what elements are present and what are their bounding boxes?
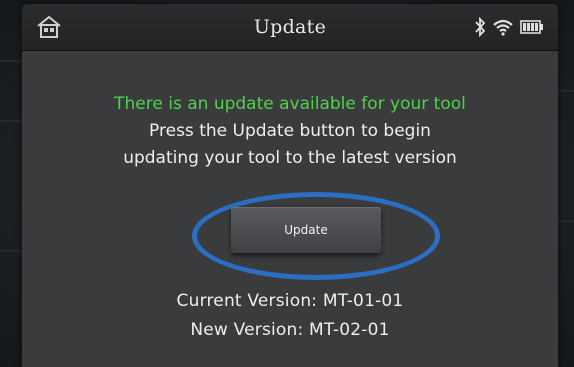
update-content: There is an update available for your to… <box>22 50 558 367</box>
current-version: Current Version: MT-01-01 <box>176 291 404 311</box>
title-bar: Update <box>22 4 558 51</box>
device-frame: Update There is an update available for … <box>0 0 574 367</box>
wifi-icon <box>493 19 513 36</box>
background-line <box>558 220 574 222</box>
battery-icon <box>520 20 543 34</box>
device-screen: Update There is an update available for … <box>22 4 558 367</box>
instruction-line-2: updating your tool to the latest version <box>123 148 457 168</box>
update-button[interactable]: Update <box>231 207 381 253</box>
background-line <box>0 60 22 62</box>
instruction-line-1: Press the Update button to begin <box>149 121 431 141</box>
background-line <box>0 120 22 122</box>
background-line <box>0 250 22 252</box>
bluetooth-icon <box>475 17 486 37</box>
new-version: New Version: MT-02-01 <box>190 320 390 340</box>
background-line <box>558 90 574 92</box>
update-available-message: There is an update available for your to… <box>114 94 466 114</box>
status-icons <box>474 16 544 38</box>
